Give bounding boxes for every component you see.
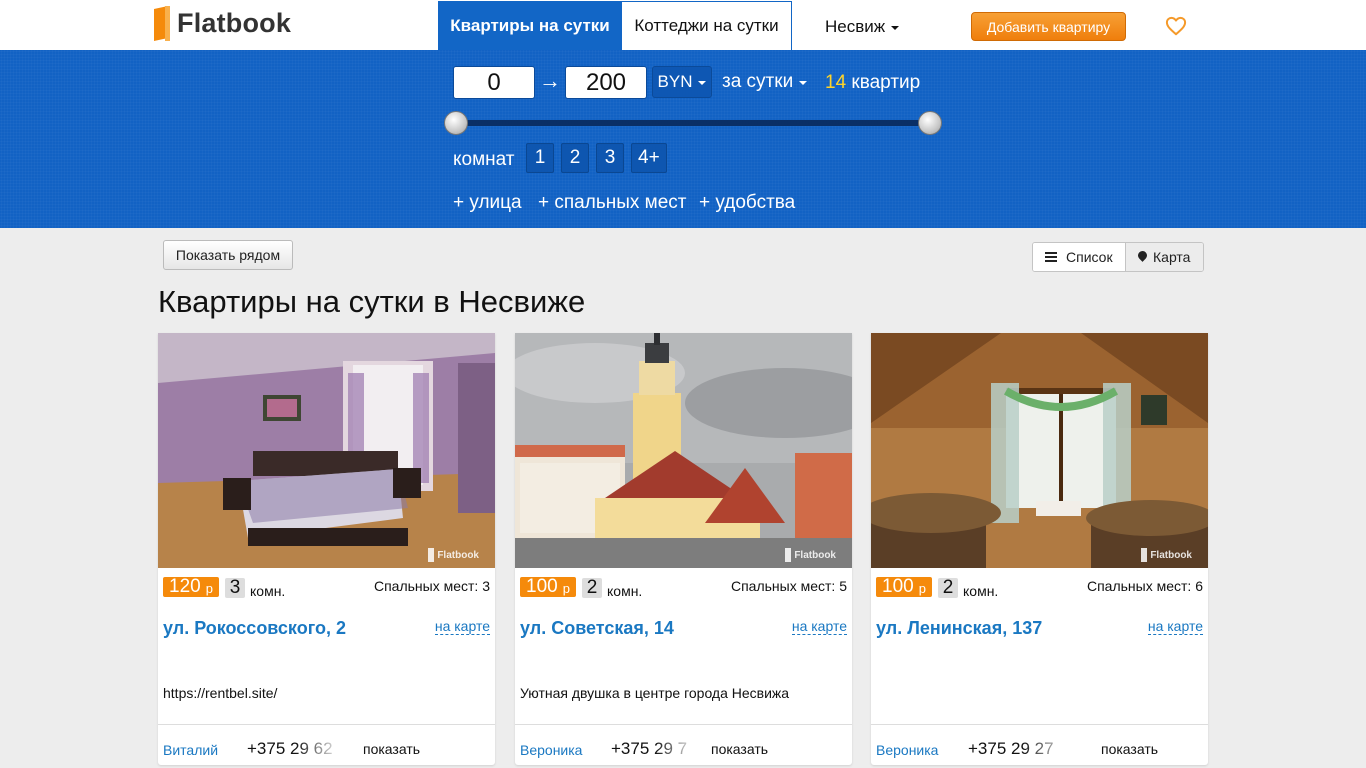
tab-cottages[interactable]: Коттеджи на сутки — [621, 1, 792, 50]
phone-number-partial: +375 29 7 — [611, 739, 688, 758]
rooms-button-1[interactable]: 1 — [526, 143, 554, 173]
heart-icon[interactable] — [1165, 16, 1187, 36]
price-currency: р — [562, 581, 570, 596]
price-badge: 100 р — [876, 576, 932, 597]
listing-contact-row: Виталий +375 29 62 показать — [158, 724, 495, 765]
rooms-count-badge: 2 — [582, 577, 602, 598]
price-slider-min-handle[interactable] — [444, 111, 468, 135]
amenities-filter-link[interactable]: + удобства — [699, 192, 795, 214]
results-count-number: 14 — [825, 72, 847, 93]
filter-panel: 0 → 200 BYN за сутки 14 квартир комнат 1… — [0, 50, 1366, 228]
listing-street-link[interactable]: ул. Ленинская, 137 — [876, 618, 1042, 639]
price-range-arrow: → — [539, 68, 561, 93]
price-slider-track[interactable] — [455, 120, 931, 126]
currency-label: BYN — [657, 72, 693, 91]
price-currency: р — [918, 581, 926, 596]
map-view-label: Карта — [1153, 249, 1191, 265]
map-view-button[interactable]: Карта — [1125, 243, 1203, 271]
beds-count: Спальных мест: 5 — [730, 578, 847, 594]
listing-photo[interactable]: Flatbook — [871, 333, 1208, 568]
rooms-unit: комн. — [250, 583, 286, 599]
listing-description: Уютная двушка в центре города Несвижа — [520, 685, 790, 701]
listing-contact-row: Вероника +375 29 27 показать — [871, 724, 1208, 765]
owner-name-link[interactable]: Вероника — [520, 742, 582, 758]
price-value: 100 — [882, 576, 914, 597]
add-apartment-button[interactable]: Добавить квартиру — [971, 12, 1126, 41]
watermark-door-icon — [1141, 548, 1148, 562]
results-count-label: квартир — [851, 72, 921, 93]
rooms-button-4-plus[interactable]: 4+ — [631, 143, 667, 173]
currency-dropdown[interactable]: BYN — [652, 66, 712, 98]
listing-street-link[interactable]: ул. Рокоссовского, 2 — [163, 618, 346, 639]
watermark-door-icon — [785, 548, 792, 562]
photo-watermark: Flatbook — [1141, 548, 1192, 562]
listing-photo[interactable]: Flatbook — [515, 333, 852, 568]
price-currency: р — [205, 581, 213, 596]
price-slider-max-handle[interactable] — [918, 111, 942, 135]
view-toggle: Список Карта — [1032, 242, 1204, 272]
caret-down-icon — [698, 81, 707, 85]
listing-card[interactable]: Flatbook 100 р 2 комн. Спальных мест: 6 … — [871, 333, 1208, 765]
beds-count: Спальных мест: 6 — [1086, 578, 1203, 594]
caret-down-icon — [891, 26, 900, 30]
listing-card[interactable]: Flatbook 100 р 2 комн. Спальных мест: 5 … — [515, 333, 852, 765]
show-on-map-link[interactable]: на карте — [791, 619, 847, 635]
show-phone-button[interactable]: показать — [1101, 741, 1158, 757]
period-label: за сутки — [722, 71, 794, 92]
rooms-count-badge: 3 — [225, 577, 245, 598]
top-navbar: Flatbook Квартиры на сутки Коттеджи на с… — [0, 0, 1366, 50]
price-value: 100 — [526, 576, 558, 597]
listing-photo[interactable]: Flatbook — [158, 333, 495, 568]
price-badge: 100 р — [520, 576, 576, 597]
list-view-button[interactable]: Список — [1033, 243, 1125, 271]
street-filter-link[interactable]: + улица — [453, 192, 522, 214]
map-pin-icon — [1138, 251, 1147, 263]
listing-card[interactable]: Flatbook 120 р 3 комн. Спальных мест: 3 … — [158, 333, 495, 765]
price-badge: 120 р — [163, 576, 219, 597]
owner-name-link[interactable]: Виталий — [163, 742, 218, 758]
phone-number-partial: +375 29 62 — [247, 739, 333, 758]
phone-number-partial: +375 29 27 — [968, 739, 1054, 758]
watermark-door-icon — [428, 548, 435, 562]
show-on-map-link[interactable]: на карте — [1147, 619, 1203, 635]
logo-text: Flatbook — [177, 7, 292, 38]
rooms-unit: комн. — [607, 583, 643, 599]
flatbook-logo[interactable]: Flatbook — [154, 4, 291, 42]
rooms-button-3[interactable]: 3 — [596, 143, 624, 173]
photo-watermark: Flatbook — [428, 548, 479, 562]
rooms-filter-label: комнат — [453, 149, 515, 170]
show-phone-button[interactable]: показать — [711, 741, 768, 757]
beds-filter-link[interactable]: + спальных мест — [538, 192, 686, 214]
photo-watermark: Flatbook — [785, 548, 836, 562]
show-on-map-link[interactable]: на карте — [434, 619, 490, 635]
rooms-button-2[interactable]: 2 — [561, 143, 589, 173]
page-title: Квартиры на сутки в Несвиже — [158, 284, 586, 319]
city-dropdown[interactable]: Несвиж — [825, 17, 900, 37]
listing-contact-row: Вероника +375 29 7 показать — [515, 724, 852, 765]
door-logo-icon — [154, 5, 171, 42]
caret-down-icon — [799, 81, 808, 85]
price-min-input[interactable]: 0 — [453, 66, 535, 99]
period-dropdown[interactable]: за сутки — [722, 71, 808, 93]
rooms-count-badge: 2 — [938, 577, 958, 598]
price-value: 120 — [169, 576, 201, 597]
list-icon — [1045, 252, 1057, 262]
listing-description: https://rentbel.site/ — [163, 685, 278, 701]
listing-street-link[interactable]: ул. Советская, 14 — [520, 618, 674, 639]
results-count: 14 квартир — [825, 72, 920, 94]
tab-apartments[interactable]: Квартиры на сутки — [438, 1, 622, 50]
show-nearby-button[interactable]: Показать рядом — [163, 240, 293, 270]
rooms-unit: комн. — [963, 583, 999, 599]
show-phone-button[interactable]: показать — [363, 741, 420, 757]
city-label: Несвиж — [825, 17, 886, 36]
price-max-input[interactable]: 200 — [565, 66, 647, 99]
beds-count: Спальных мест: 3 — [373, 578, 490, 594]
list-view-label: Список — [1066, 249, 1113, 265]
owner-name-link[interactable]: Вероника — [876, 742, 938, 758]
